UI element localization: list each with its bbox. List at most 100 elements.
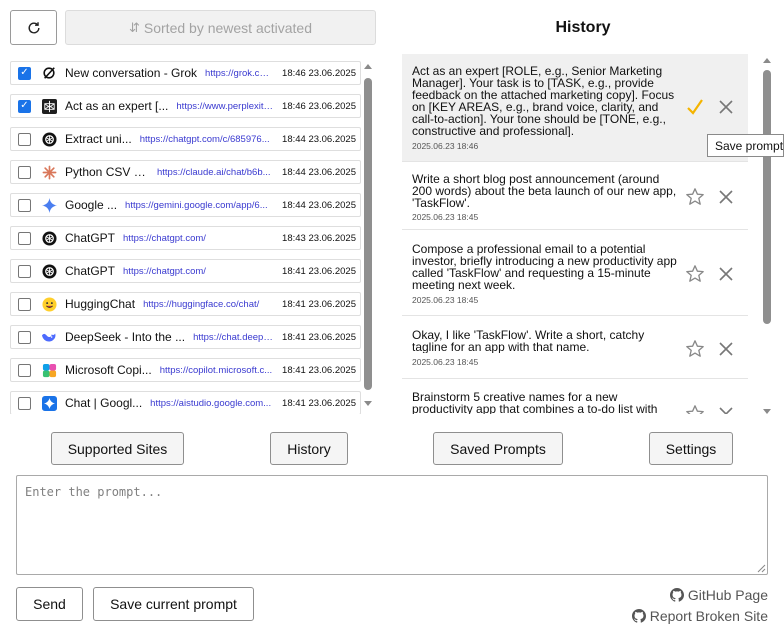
tab-checkbox[interactable] [18, 231, 31, 245]
history-list: Act as an expert [ROLE, e.g., Senior Mar… [402, 54, 759, 414]
history-item-date: 2025.06.23 18:46 [412, 141, 479, 151]
prompt-input[interactable] [16, 475, 768, 575]
scroll-down-arrow-icon[interactable] [763, 409, 771, 414]
github-page-label: GitHub Page [687, 587, 768, 603]
refresh-icon [28, 21, 40, 33]
tab-time: 18:41 23.06.2025 [282, 364, 356, 376]
delete-close-icon[interactable] [715, 338, 737, 360]
tab-checkbox[interactable]: ✓ [18, 99, 31, 113]
history-scrollbar[interactable] [762, 58, 772, 414]
tab-time: 18:46 23.06.2025 [282, 67, 356, 79]
saved-prompts-button[interactable]: Saved Prompts [433, 432, 563, 465]
delete-close-icon[interactable] [715, 186, 737, 208]
scroll-up-arrow-icon[interactable] [763, 58, 771, 63]
github-icon [669, 588, 684, 602]
settings-button[interactable]: Settings [649, 432, 733, 465]
star-icon[interactable] [684, 338, 706, 360]
history-item-date: 2025.06.23 18:45 [412, 357, 479, 367]
github-page-link[interactable]: GitHub Page [669, 587, 768, 603]
tab-row-aistudio[interactable]: Chat | Googl... https://aistudio.google.… [10, 391, 361, 414]
tab-title: ChatGPT [65, 231, 116, 245]
history-item-text[interactable]: Okay, I like 'TaskFlow'. Write a short, … [412, 329, 678, 353]
report-broken-site-link[interactable]: Report Broken Site [631, 608, 768, 624]
tab-url[interactable]: https://www.perplexity... [176, 101, 274, 112]
tab-url[interactable]: https://chatgpt.com/ [123, 266, 274, 277]
star-icon[interactable] [684, 186, 706, 208]
tab-url[interactable]: https://chat.deeps... [193, 332, 274, 343]
saved-check-icon[interactable] [684, 96, 706, 118]
tab-list-scrollbar[interactable] [363, 64, 373, 412]
tab-title: Google ... [65, 198, 118, 212]
tab-title: Extract uni... [65, 132, 132, 146]
tab-row-grok[interactable]: ✓ New conversation - Grok https://grok.c… [10, 61, 361, 85]
scrollbar-thumb[interactable] [763, 70, 771, 324]
star-icon[interactable] [684, 403, 706, 414]
delete-close-icon[interactable] [715, 263, 737, 285]
save-current-prompt-button[interactable]: Save current prompt [93, 587, 254, 621]
tab-time: 18:44 23.06.2025 [282, 166, 356, 178]
delete-close-icon[interactable] [715, 403, 737, 414]
tab-url[interactable]: https://aistudio.google.com... [150, 398, 274, 409]
history-item-text[interactable]: Act as an expert [ROLE, e.g., Senior Mar… [412, 65, 678, 137]
tab-checkbox[interactable] [18, 363, 31, 377]
send-button[interactable]: Send [16, 587, 83, 621]
tab-url[interactable]: https://chatgpt.com/c/685976... [140, 134, 274, 145]
tab-checkbox[interactable] [18, 297, 31, 311]
huggingface-logo-icon [41, 296, 57, 312]
tab-checkbox[interactable] [18, 396, 31, 410]
tab-checkbox[interactable] [18, 198, 31, 212]
history-item-text[interactable]: Write a short blog post announcement (ar… [412, 173, 678, 209]
tab-row-huggingchat[interactable]: HuggingChat https://huggingface.co/chat/… [10, 292, 361, 316]
sort-arrows-icon: ⇵ [128, 19, 140, 35]
tab-url[interactable]: https://chatgpt.com/ [123, 233, 274, 244]
history-item-text[interactable]: Brainstorm 5 creative names for a new pr… [412, 391, 678, 414]
tab-row-chatgpt-1[interactable]: Extract uni... https://chatgpt.com/c/685… [10, 127, 361, 151]
star-icon[interactable] [684, 263, 706, 285]
delete-close-icon[interactable] [715, 96, 737, 118]
tab-row-deepseek[interactable]: DeepSeek - Into the ... https://chat.dee… [10, 325, 361, 349]
scroll-up-arrow-icon[interactable] [364, 64, 372, 69]
scrollbar-thumb[interactable] [364, 78, 372, 390]
tab-row-perplexity[interactable]: ✓ Act as an expert [... https://www.perp… [10, 94, 361, 118]
tab-title: Python CSV E... [65, 165, 149, 179]
history-item[interactable]: Write a short blog post announcement (ar… [402, 162, 748, 230]
github-icon [631, 609, 646, 623]
tab-row-gemini[interactable]: Google ... https://gemini.google.com/app… [10, 193, 361, 217]
tab-checkbox[interactable] [18, 330, 31, 344]
supported-sites-button[interactable]: Supported Sites [51, 432, 184, 465]
openai-logo-icon [41, 263, 57, 279]
tab-row-chatgpt-3[interactable]: ChatGPT https://chatgpt.com/ 18:41 23.06… [10, 259, 361, 283]
tab-url[interactable]: https://claude.ai/chat/b6b... [157, 167, 274, 178]
tab-checkbox[interactable]: ✓ [18, 66, 31, 80]
history-item[interactable]: Brainstorm 5 creative names for a new pr… [402, 379, 748, 414]
tab-checkbox[interactable] [18, 165, 31, 179]
sort-button[interactable]: ⇵ Sorted by newest activated [65, 10, 376, 45]
tab-time: 18:44 23.06.2025 [282, 133, 356, 145]
history-button[interactable]: History [270, 432, 348, 465]
resize-grip-icon[interactable] [756, 563, 766, 573]
tab-url[interactable]: https://huggingface.co/chat/ [143, 299, 274, 310]
tab-title: HuggingChat [65, 297, 136, 311]
sort-label: Sorted by newest activated [143, 19, 312, 36]
tab-checkbox[interactable] [18, 264, 31, 278]
history-item[interactable]: Compose a professional email to a potent… [402, 230, 748, 316]
history-item[interactable]: Okay, I like 'TaskFlow'. Write a short, … [402, 316, 748, 379]
tab-checkbox[interactable] [18, 132, 31, 146]
history-item[interactable]: Act as an expert [ROLE, e.g., Senior Mar… [402, 54, 748, 162]
deepseek-logo-icon [41, 329, 57, 345]
tab-url[interactable]: https://gemini.google.com/app/6... [125, 200, 274, 211]
grok-logo-icon [41, 65, 57, 81]
tab-row-claude[interactable]: Python CSV E... https://claude.ai/chat/b… [10, 160, 361, 184]
tab-title: Microsoft Copi... [65, 363, 152, 377]
refresh-button[interactable] [10, 10, 57, 45]
tab-time: 18:41 23.06.2025 [282, 298, 356, 310]
tab-row-copilot[interactable]: Microsoft Copi... https://copilot.micros… [10, 358, 361, 382]
history-item-date: 2025.06.23 18:45 [412, 212, 479, 222]
tab-row-chatgpt-2[interactable]: ChatGPT https://chatgpt.com/ 18:43 23.06… [10, 226, 361, 250]
tab-url[interactable]: https://copilot.microsoft.c... [160, 365, 274, 376]
scroll-down-arrow-icon[interactable] [364, 401, 372, 406]
tab-url[interactable]: https://grok.com/ [205, 68, 274, 79]
aistudio-logo-icon [41, 395, 57, 411]
report-broken-site-label: Report Broken Site [649, 608, 768, 624]
history-item-text[interactable]: Compose a professional email to a potent… [412, 243, 678, 291]
